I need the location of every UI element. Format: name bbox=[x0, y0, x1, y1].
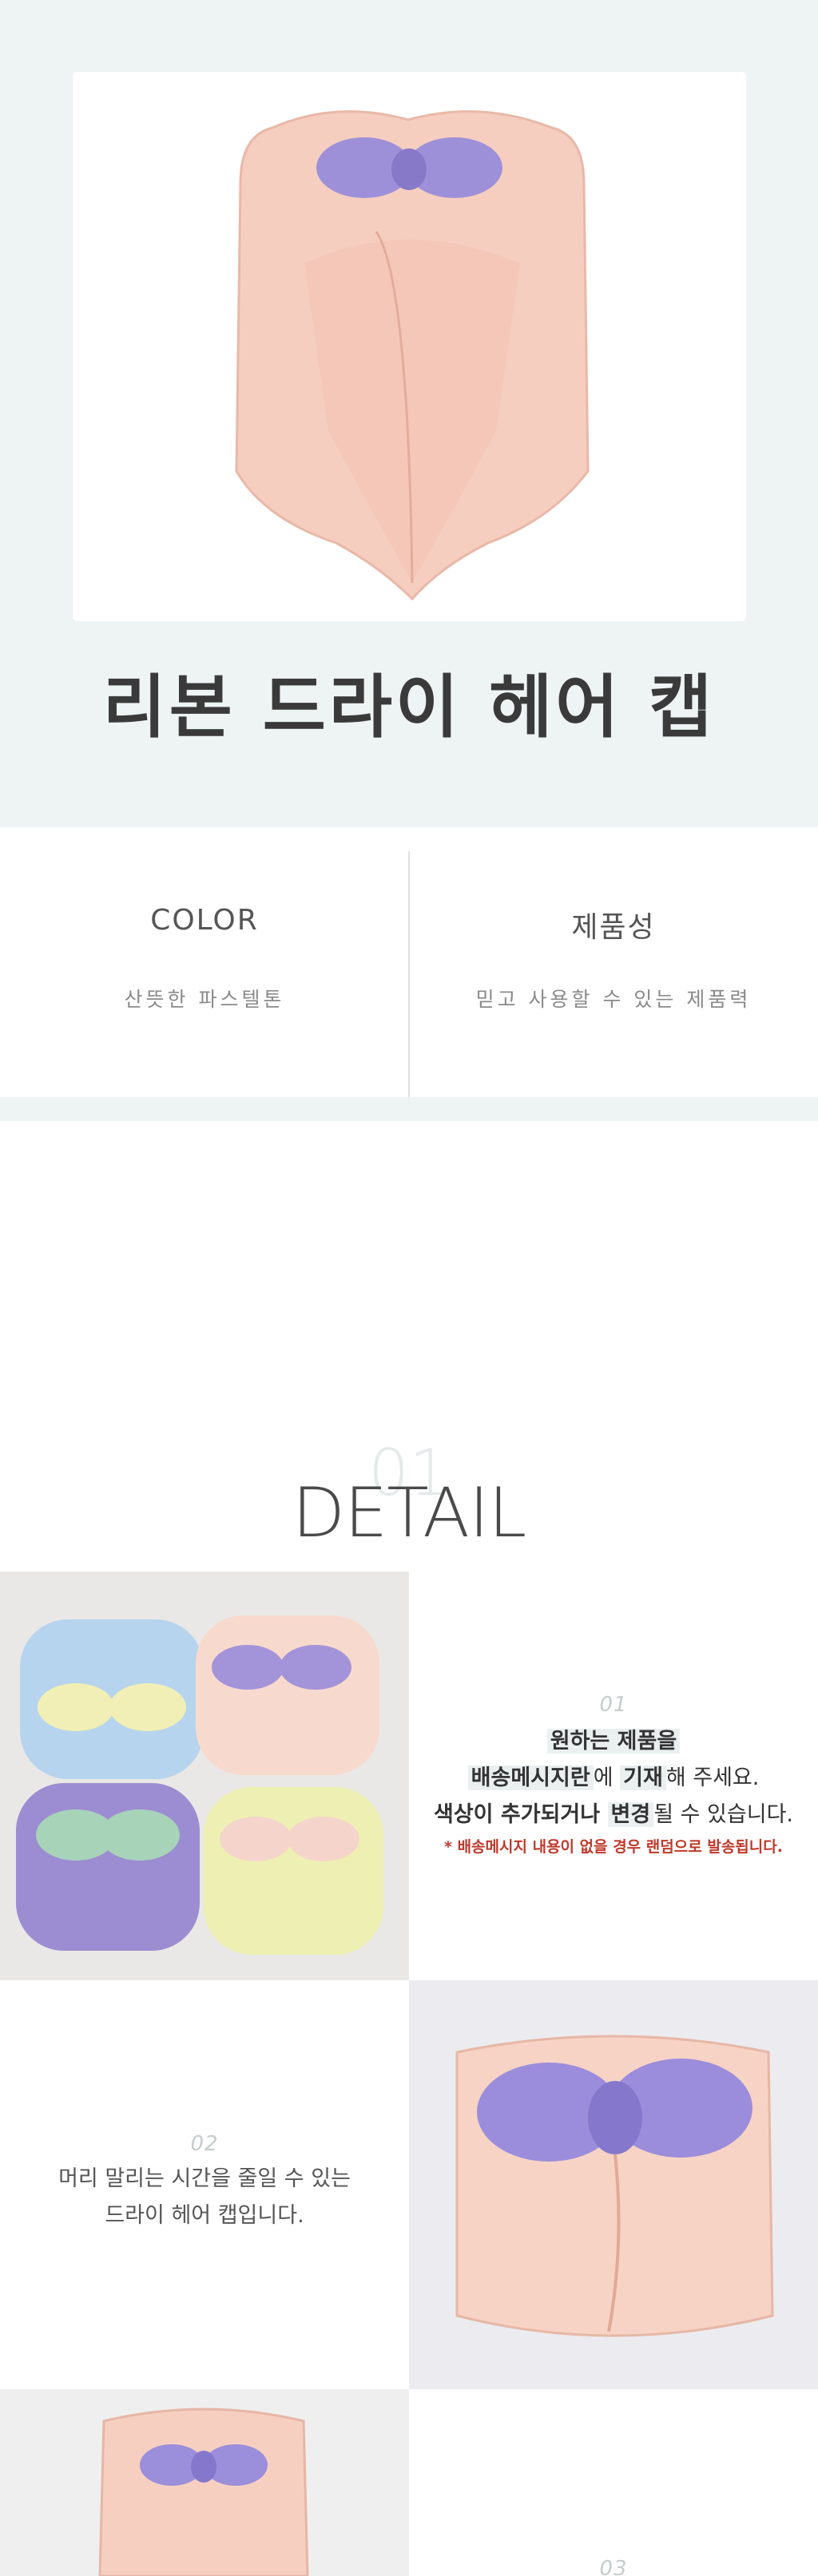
hero-section: 리본 드라이 헤어 캡 bbox=[0, 0, 818, 827]
step-number: 03 bbox=[599, 2557, 628, 2576]
pink-cap-illustration bbox=[0, 2389, 409, 2576]
feature-color: COLOR 산뜻한 파스텔톤 bbox=[0, 827, 409, 1097]
step-text: 드라이 헤어 캡입니다. bbox=[105, 2203, 304, 2228]
photo-four-color-caps bbox=[0, 1571, 409, 1980]
product-title: 리본 드라이 헤어 캡 bbox=[102, 668, 716, 747]
step-text-highlight: 기재 bbox=[620, 1766, 666, 1790]
step-text-highlight: 원하는 제품을 bbox=[546, 1729, 681, 1754]
step-1-text: 01 원하는 제품을 배송메시지란 에 기재 해 주세요. 색상이 추가되거나 변경… bbox=[409, 1571, 818, 1980]
step-text-bold: 색상이 추가되거나 bbox=[433, 1802, 608, 1827]
step-3-text: 03 bbox=[409, 2389, 818, 2576]
cap-closeup-illustration bbox=[409, 1980, 818, 2389]
step-text: 에 bbox=[593, 1766, 621, 1790]
feature-desc: 믿고 사용할 수 있는 제품력 bbox=[475, 988, 752, 1011]
photo-cap-closeup bbox=[409, 1980, 818, 2389]
feature-desc: 산뜻한 파스텔톤 bbox=[124, 988, 285, 1011]
photo-cap-pink bbox=[0, 2389, 409, 2576]
detail-heading: DETAIL bbox=[292, 1473, 527, 1553]
four-color-caps-illustration bbox=[0, 1571, 409, 1980]
step-text-highlight: 배송메시지란 bbox=[467, 1766, 594, 1790]
section-divider-band bbox=[0, 1097, 818, 1121]
step-text: 머리 말리는 시간을 줄일 수 있는 bbox=[58, 2166, 351, 2191]
feature-section: COLOR 산뜻한 파스텔톤 제품성 믿고 사용할 수 있는 제품력 bbox=[0, 827, 818, 1105]
step-number: 01 bbox=[599, 1693, 628, 1717]
step-text: 해 주세요. bbox=[665, 1766, 760, 1790]
shipping-note: * 배송메시지 내용이 없을 경우 랜덤으로 발송됩니다. bbox=[444, 1838, 783, 1856]
feature-title: COLOR bbox=[150, 904, 259, 937]
pink-towel-cap-illustration bbox=[73, 72, 746, 621]
step-number: 02 bbox=[190, 2132, 219, 2156]
step-text-highlight: 변경 bbox=[607, 1802, 654, 1827]
feature-title: 제품성 bbox=[571, 911, 656, 944]
feature-quality: 제품성 믿고 사용할 수 있는 제품력 bbox=[409, 827, 818, 1097]
step-text: 될 수 있습니다. bbox=[653, 1802, 793, 1827]
hero-product-photo bbox=[73, 72, 746, 621]
step-2-text: 02 머리 말리는 시간을 줄일 수 있는 드라이 헤어 캡입니다. bbox=[0, 1980, 409, 2389]
